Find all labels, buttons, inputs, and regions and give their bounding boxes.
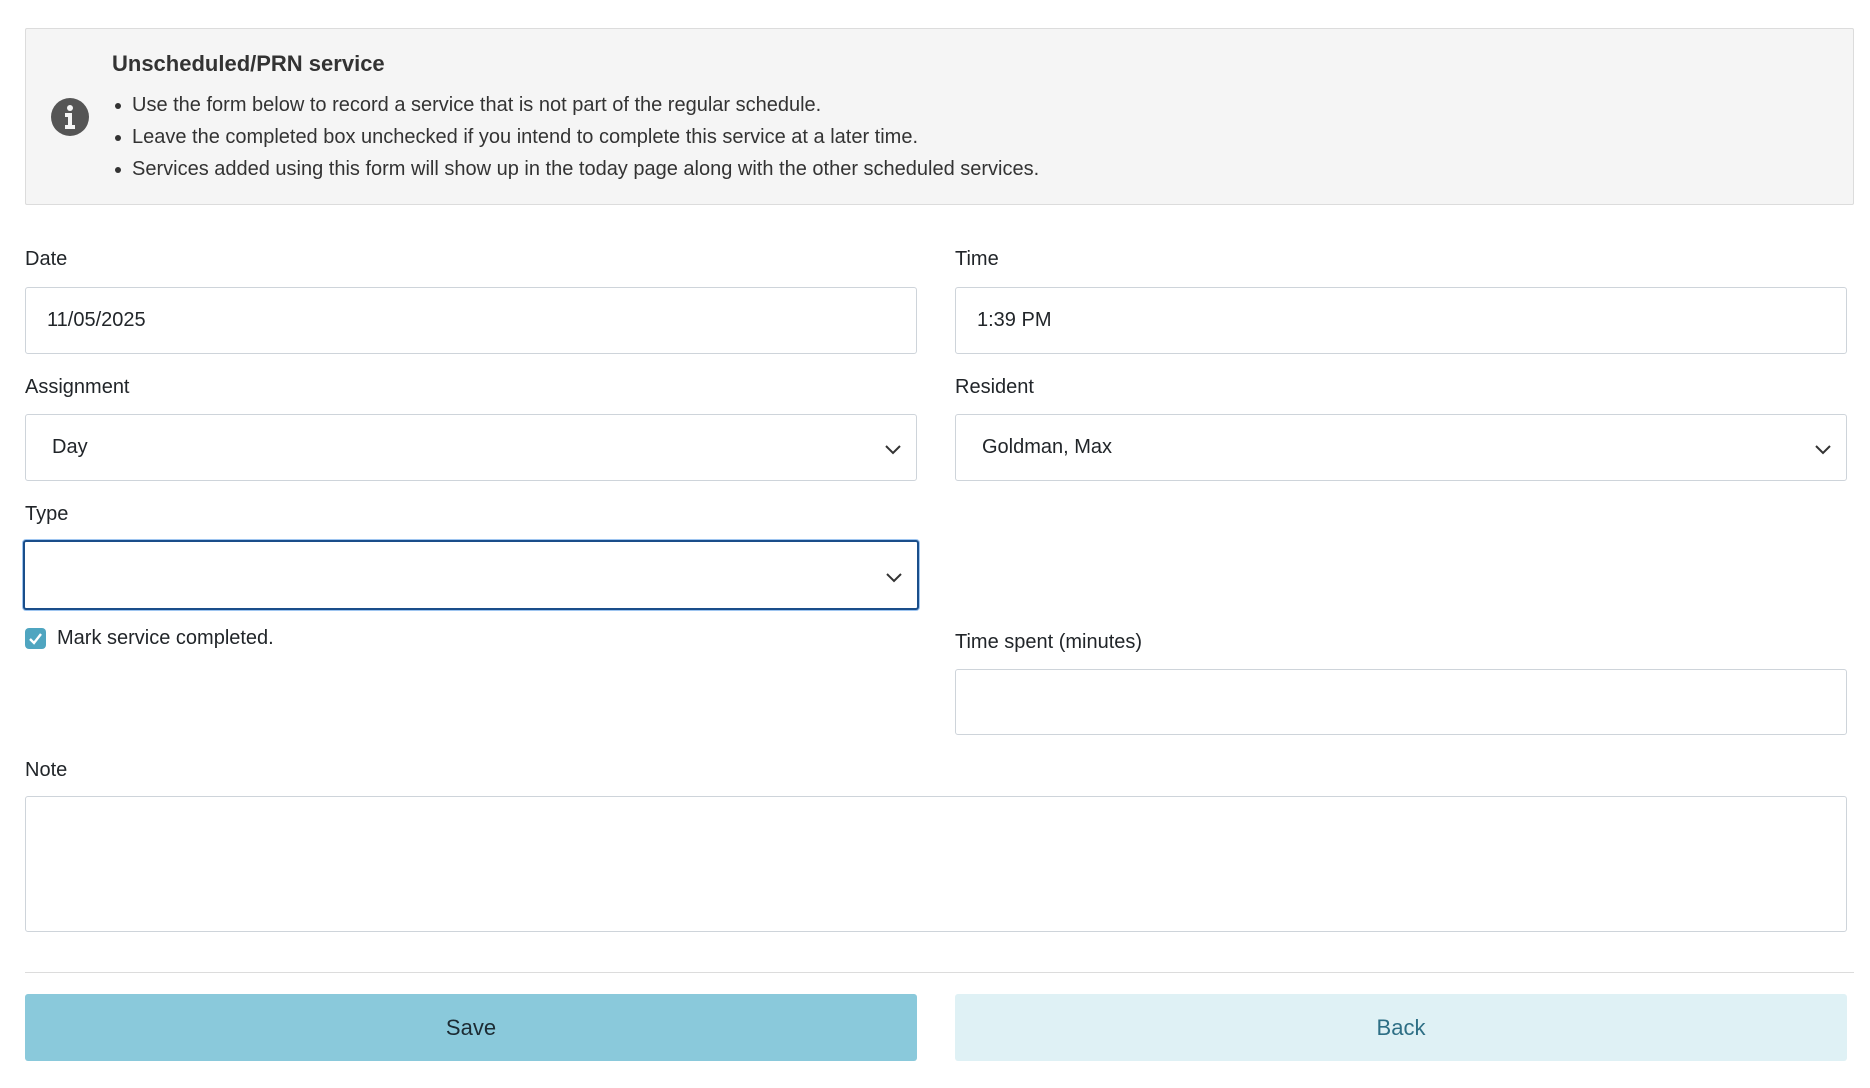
completed-checkbox[interactable] <box>25 628 46 649</box>
time-label: Time <box>955 248 999 270</box>
info-title: Unscheduled/PRN service <box>112 51 385 76</box>
time-input[interactable]: 1:39 PM <box>955 287 1847 354</box>
resident-label: Resident <box>955 376 1034 398</box>
chevron-down-icon <box>886 573 902 583</box>
assignment-label: Assignment <box>25 376 130 398</box>
type-label: Type <box>25 503 69 525</box>
note-textarea[interactable] <box>25 796 1847 932</box>
time-value: 1:39 PM <box>977 309 1052 331</box>
chevron-down-icon <box>1815 445 1831 455</box>
prn-service-page: Unscheduled/PRN service Use the form bel… <box>0 0 1870 1088</box>
info-callout: Unscheduled/PRN service Use the form bel… <box>25 28 1854 205</box>
resident-value: Goldman, Max <box>982 436 1113 458</box>
chevron-down-icon <box>885 445 901 455</box>
date-label: Date <box>25 248 68 270</box>
info-bullet: Services added using this form will show… <box>112 153 1039 185</box>
type-select[interactable] <box>23 540 919 610</box>
back-button[interactable]: Back <box>955 994 1847 1061</box>
info-bullet: Leave the completed box unchecked if you… <box>112 121 1039 153</box>
date-value: 11/05/2025 <box>47 309 146 331</box>
completed-checkbox-row[interactable]: Mark service completed. <box>25 627 274 650</box>
info-bullet: Use the form below to record a service t… <box>112 89 1039 121</box>
resident-select[interactable]: Goldman, Max <box>955 414 1847 481</box>
info-circle-icon <box>51 98 89 136</box>
note-label: Note <box>25 759 68 781</box>
time-spent-label: Time spent (minutes) <box>955 631 1143 653</box>
divider <box>25 972 1854 973</box>
completed-label: Mark service completed. <box>57 627 274 649</box>
time-spent-input[interactable] <box>955 669 1847 735</box>
checkmark-icon <box>29 633 42 645</box>
assignment-select[interactable]: Day <box>25 414 917 481</box>
assignment-value: Day <box>52 436 88 458</box>
date-input[interactable]: 11/05/2025 <box>25 287 917 354</box>
save-button[interactable]: Save <box>25 994 917 1061</box>
info-list: Use the form below to record a service t… <box>112 89 1039 185</box>
